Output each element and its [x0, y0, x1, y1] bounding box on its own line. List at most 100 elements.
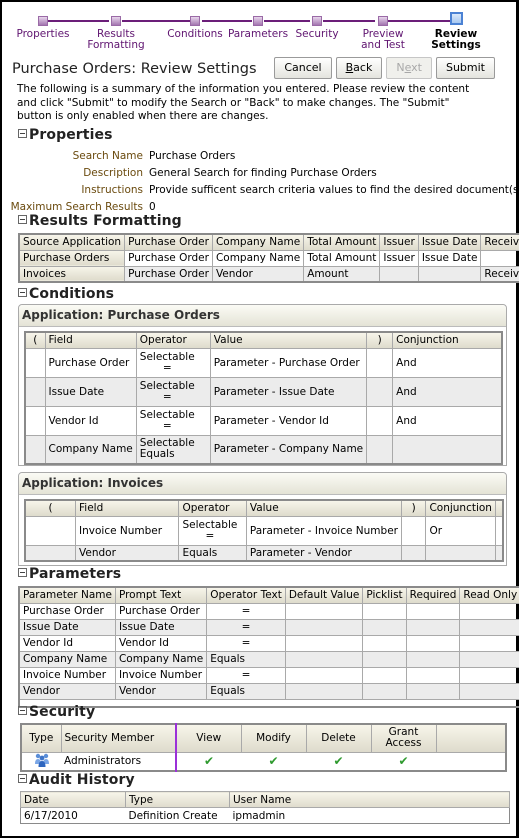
table-row: Company Name Selectable Equals Parameter …: [24, 434, 503, 465]
table-cell: 6/17/2010: [24, 809, 78, 822]
column-header: View: [175, 723, 242, 753]
table-cell: And: [392, 376, 503, 407]
operator-text: =: [162, 419, 172, 432]
table-cell: Or: [425, 515, 496, 546]
step-marker-icon: [38, 16, 48, 26]
column-header: Conjunction: [392, 331, 503, 349]
column-header-spacer: [435, 723, 507, 753]
table-cell: [366, 434, 394, 465]
table-cell: [362, 682, 407, 700]
property-label: Description: [83, 167, 143, 179]
table-cell: =: [206, 602, 286, 620]
table-cell: Vendor: [211, 265, 305, 283]
label: N: [396, 61, 405, 74]
table-cell: Vendor: [18, 682, 116, 700]
train-step-preview-and-test[interactable]: Preview and Test: [343, 14, 423, 51]
heading-text: Results Formatting: [29, 213, 182, 229]
column-header: User Name: [229, 791, 510, 808]
table-cell: Total Amount: [303, 249, 381, 267]
submit-button[interactable]: Submit: [435, 57, 495, 79]
conditions-table: ( Field Operator Value ) Conjunction Pur…: [24, 331, 503, 465]
heading-text: Security: [29, 704, 96, 720]
table-cell: [24, 434, 46, 465]
column-header: ): [366, 331, 394, 349]
table-cell: [284, 634, 364, 652]
column-header: Grant Access: [370, 723, 437, 753]
panel-title: Application: Purchase Orders: [19, 305, 506, 327]
column-header: Receive Date: [480, 233, 519, 251]
security-heading: Security: [18, 704, 95, 720]
table-cell: Selectable =: [135, 376, 211, 407]
table-cell: =: [206, 634, 286, 652]
table-cell: [362, 666, 407, 684]
security-table: Type Security Member View Modify Delete …: [20, 723, 507, 772]
table-cell: Selectable Equals: [135, 434, 211, 465]
table-cell: [405, 602, 461, 620]
step-marker-icon: [378, 16, 388, 26]
column-header: ): [400, 499, 427, 517]
table-cell: [284, 666, 364, 684]
table-row: Vendor Id Selectable = Parameter - Vendor…: [24, 405, 503, 436]
table-cell: Issue Date: [18, 618, 116, 636]
column-header: Total Amount: [303, 233, 381, 251]
next-button[interactable]: Next: [386, 57, 432, 79]
table-row: Issue Date Selectable = Parameter - Issue…: [24, 376, 503, 407]
step-marker-icon: [312, 16, 322, 26]
table-cell: Company Name: [211, 249, 305, 267]
collapse-icon[interactable]: [18, 568, 27, 577]
table-cell: [459, 634, 519, 652]
step-label: Settings: [431, 39, 481, 51]
user-group-icon: [34, 753, 50, 767]
table-cell: [400, 515, 427, 546]
audit-history-table: Date Type User Name 6/17/2010 Definition…: [20, 791, 510, 824]
column-header: Default Value: [284, 586, 364, 604]
table-cell: [405, 682, 461, 700]
table-cell: Equals: [178, 544, 247, 562]
table-cell: Equals: [206, 682, 286, 700]
table-cell: Invoice Number: [114, 666, 208, 684]
column-header: Date: [20, 791, 126, 808]
train-step-results-formatting[interactable]: Results Formatting: [76, 14, 156, 51]
cancel-button[interactable]: Cancel: [274, 57, 332, 79]
table-row: Purchase Order Selectable = Parameter - P…: [24, 347, 503, 378]
application-panel-purchase-orders: Application: Purchase Orders ( Field Ope…: [18, 304, 507, 466]
conditions-table: ( Field Operator Value ) Conjunction Inv…: [24, 499, 504, 562]
column-header: Delete: [305, 723, 372, 753]
column-header: Picklist: [362, 586, 407, 604]
property-value: Purchase Orders: [149, 150, 236, 162]
properties-heading: Properties: [18, 127, 113, 143]
table-cell: [362, 634, 407, 652]
step-marker-icon: [253, 16, 263, 26]
table-cell: [284, 682, 364, 700]
checkmark-icon: ✔: [176, 751, 241, 771]
table-cell: [405, 666, 461, 684]
application-panel-invoices: Application: Invoices ( Field Operator V…: [18, 472, 507, 566]
column-header: (: [24, 499, 77, 517]
table-cell: [400, 544, 427, 562]
table-cell: Selectable =: [135, 405, 211, 436]
table-cell: Issuer: [379, 249, 419, 267]
collapse-icon[interactable]: [18, 774, 27, 783]
column-header: Type: [125, 791, 230, 808]
table-cell: Purchase Order: [44, 347, 137, 378]
table-cell: Purchase Order: [124, 249, 213, 267]
collapse-icon[interactable]: [18, 215, 27, 224]
table-cell: Definition Create: [128, 809, 218, 822]
heading-text: Conditions: [29, 286, 115, 302]
table-cell: [436, 751, 507, 771]
back-button[interactable]: Back: [335, 57, 383, 79]
train-step-properties[interactable]: Properties: [3, 14, 83, 40]
property-value: Provide sufficent search criteria values…: [149, 184, 519, 196]
column-header: Security Member: [60, 723, 177, 753]
label: ack: [353, 61, 373, 74]
table-cell: Parameter - Company Name: [209, 434, 368, 465]
step-train: Properties Results Formatting Conditions …: [0, 12, 519, 58]
collapse-icon[interactable]: [18, 288, 27, 297]
table-cell: Company Name: [18, 650, 116, 668]
column-header: Company Name: [211, 233, 305, 251]
collapse-icon[interactable]: [18, 706, 27, 715]
operator-text: =: [162, 390, 172, 403]
collapse-icon[interactable]: [18, 129, 27, 138]
checkmark-icon: ✔: [306, 751, 371, 771]
table-cell: Equals: [206, 650, 286, 668]
